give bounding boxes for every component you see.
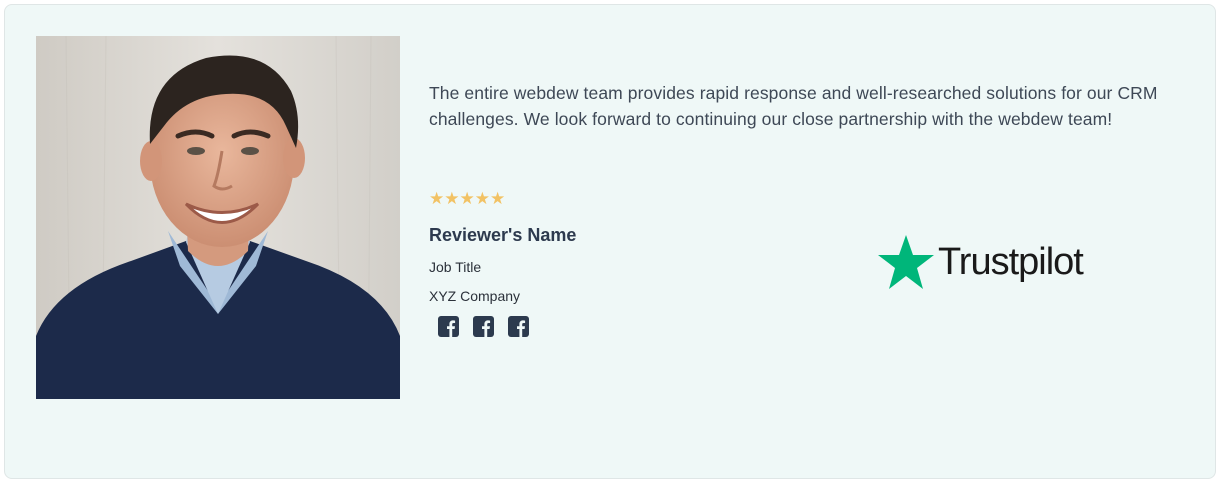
star-icon xyxy=(878,235,934,289)
trustpilot-wordmark: Trustpilot xyxy=(938,241,1084,283)
reviewer-name: Reviewer's Name xyxy=(429,225,577,245)
quote-block: The entire webdew team provides rapid re… xyxy=(429,81,1189,132)
reviewer-job-title: Job Title xyxy=(429,259,482,275)
testimonial-quote: The entire webdew team provides rapid re… xyxy=(429,83,1158,129)
social-links xyxy=(438,316,529,337)
facebook-icon[interactable] xyxy=(438,316,459,337)
reviewer-photo xyxy=(36,36,400,399)
reviewer-company: XYZ Company xyxy=(429,288,521,304)
facebook-icon[interactable] xyxy=(508,316,529,337)
testimonial-card: The entire webdew team provides rapid re… xyxy=(4,4,1216,479)
star-rating: ★★★★★ xyxy=(429,189,506,208)
facebook-icon[interactable] xyxy=(473,316,494,337)
trustpilot-logo: Trustpilot xyxy=(877,234,1084,290)
